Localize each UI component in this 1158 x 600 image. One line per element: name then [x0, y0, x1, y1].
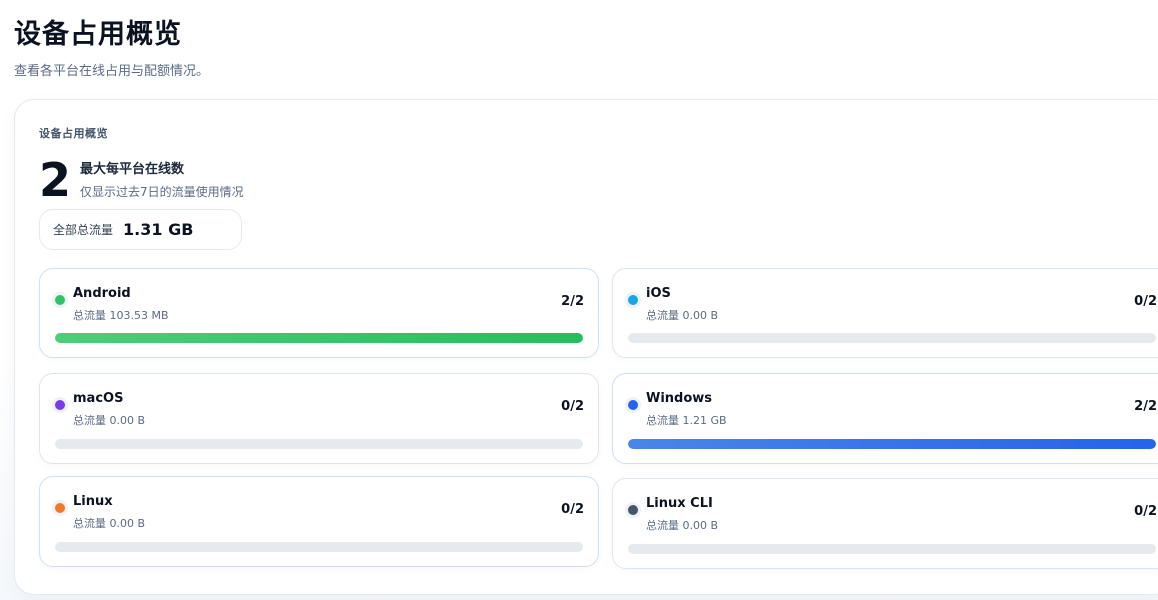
platform-card-linux[interactable]: Linux 总流量 0.00 B 0/2 — [39, 476, 599, 567]
platform-name: macOS — [73, 391, 124, 406]
usage-bar — [628, 333, 1156, 343]
platform-card-windows[interactable]: Windows 总流量 1.21 GB 2/2 — [612, 373, 1158, 464]
platform-card-macos[interactable]: macOS 总流量 0.00 B 0/2 — [39, 373, 599, 464]
platform-count: 2/2 — [561, 294, 584, 309]
linux-cli-status-dot — [625, 502, 641, 518]
total-traffic-value: 1.31 GB — [123, 220, 194, 239]
windows-status-dot — [625, 397, 641, 413]
max-online-number: 2 — [39, 153, 72, 207]
usage-bar — [55, 542, 583, 552]
usage-bar — [55, 439, 583, 449]
card-title: 设备占用概览 — [39, 127, 108, 140]
platform-name: Android — [73, 286, 131, 301]
usage-bar — [55, 333, 583, 343]
android-status-dot — [52, 292, 68, 308]
max-online-label: 最大每平台在线数 — [80, 162, 185, 177]
platform-traffic: 总流量 0.00 B — [646, 519, 719, 532]
platform-traffic: 总流量 0.00 B — [73, 414, 146, 427]
platform-name: Linux CLI — [646, 496, 713, 511]
platform-traffic: 总流量 1.21 GB — [646, 414, 727, 427]
platform-name: Linux — [73, 494, 113, 509]
platform-name: iOS — [646, 286, 671, 301]
platform-traffic: 总流量 0.00 B — [646, 309, 719, 322]
linux-status-dot — [52, 500, 68, 516]
page-title: 设备占用概览 — [14, 19, 182, 50]
page-subtitle: 查看各平台在线占用与配额情况。 — [14, 64, 210, 79]
ios-status-dot — [625, 292, 641, 308]
platform-name: Windows — [646, 391, 713, 406]
platform-count: 0/2 — [561, 502, 584, 517]
usage-bar-fill — [55, 333, 583, 343]
platform-traffic: 总流量 103.53 MB — [73, 309, 169, 322]
platform-count: 0/2 — [561, 399, 584, 414]
usage-bar — [628, 544, 1156, 554]
platform-card-ios[interactable]: iOS 总流量 0.00 B 0/2 — [612, 268, 1158, 358]
usage-bar — [628, 439, 1156, 449]
platform-card-android[interactable]: Android 总流量 103.53 MB 2/2 — [39, 268, 599, 358]
platform-card-linux-cli[interactable]: Linux CLI 总流量 0.00 B 0/2 — [612, 478, 1158, 569]
platform-count: 2/2 — [1134, 399, 1157, 414]
overview-card: 设备占用概览 2 最大每平台在线数 仅显示过去7日的流量使用情况 全部总流量 1… — [14, 99, 1158, 595]
platform-count: 0/2 — [1134, 294, 1157, 309]
traffic-description: 仅显示过去7日的流量使用情况 — [80, 185, 244, 199]
macos-status-dot — [52, 397, 68, 413]
total-traffic-label: 全部总流量 — [53, 223, 114, 237]
platform-count: 0/2 — [1134, 504, 1157, 519]
platform-traffic: 总流量 0.00 B — [73, 517, 146, 530]
total-traffic-pill: 全部总流量 1.31 GB — [39, 209, 242, 250]
usage-bar-fill — [628, 439, 1156, 449]
